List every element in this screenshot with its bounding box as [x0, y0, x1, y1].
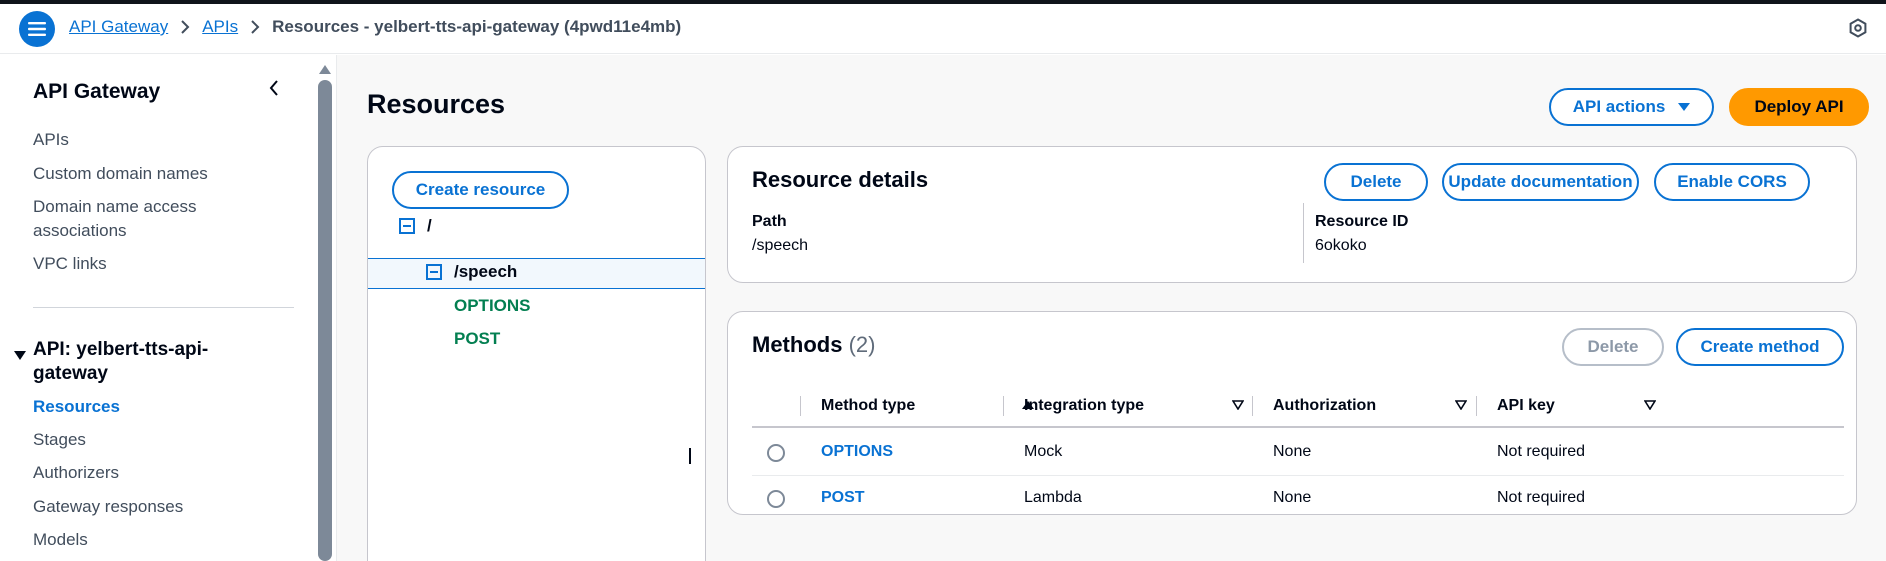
table-row[interactable]: POST Lambda None Not required [752, 476, 1844, 522]
collapse-icon [399, 218, 415, 234]
close-sidebar-button[interactable] [268, 79, 280, 102]
row-select-radio[interactable] [767, 444, 785, 462]
column-header-method-type[interactable]: Method type [821, 397, 915, 415]
column-divider[interactable] [1003, 396, 1004, 416]
method-type-link[interactable]: POST [821, 489, 865, 507]
tree-method-options[interactable]: OPTIONS [454, 296, 531, 316]
column-divider[interactable] [1476, 396, 1477, 416]
column-header-api-key[interactable]: API key [1497, 397, 1555, 415]
sidebar-scrollbar[interactable] [318, 80, 332, 561]
integration-type-cell: Mock [1024, 443, 1063, 460]
method-type-link[interactable]: OPTIONS [821, 443, 893, 461]
column-divider [1303, 203, 1304, 263]
sidebar-item-apis[interactable]: APIs [33, 128, 69, 152]
sidebar-title: API Gateway [33, 80, 161, 103]
methods-title: Methods [752, 332, 843, 357]
sidebar-item-custom-domain-names[interactable]: Custom domain names [33, 162, 208, 186]
breadcrumb-current: Resources - yelbert-tts-api-gateway (4pw… [272, 17, 682, 36]
main-content: Resources API actions Deploy API Create … [337, 55, 1886, 561]
methods-count: (2) [848, 332, 876, 357]
caret-down-icon [1678, 103, 1691, 111]
resource-id-label: Resource ID [1315, 213, 1409, 230]
sidebar-item-vpc-links[interactable]: VPC links [33, 252, 107, 276]
methods-header: Methods (2) [752, 332, 875, 358]
sidebar-item-authorizers[interactable]: Authorizers [33, 461, 119, 485]
caret-down-icon [14, 338, 33, 386]
api-key-cell: Not required [1497, 489, 1586, 506]
delete-method-button[interactable]: Delete [1562, 328, 1664, 366]
api-key-cell: Not required [1497, 443, 1586, 460]
column-header-integration-type[interactable]: Integration type [1024, 397, 1144, 415]
column-header-authorization[interactable]: Authorization [1273, 397, 1376, 415]
page-title: Resources [367, 89, 506, 119]
authorization-cell: None [1273, 443, 1312, 460]
methods-table-header: Method type Integration type Authorizati… [752, 390, 1844, 428]
row-select-radio[interactable] [767, 490, 785, 508]
column-divider [800, 396, 801, 416]
column-divider[interactable] [1252, 396, 1253, 416]
tree-node-speech[interactable]: /speech [426, 262, 517, 282]
sidebar-item-models[interactable]: Models [33, 528, 88, 552]
scroll-up-arrow[interactable] [318, 62, 332, 80]
menu-button[interactable] [19, 11, 55, 47]
table-row[interactable]: OPTIONS Mock None Not required [752, 430, 1844, 476]
path-value: /speech [752, 237, 809, 254]
sidebar-divider [33, 307, 294, 308]
deploy-api-button[interactable]: Deploy API [1729, 88, 1869, 126]
integration-type-cell: Lambda [1024, 489, 1082, 506]
collapse-icon [426, 264, 442, 280]
menu-icon [28, 22, 46, 36]
sort-icon[interactable] [1232, 400, 1244, 410]
breadcrumb-apis[interactable]: APIs [202, 17, 238, 37]
resource-details-panel: Resource details Delete Update documenta… [727, 146, 1857, 283]
tree-node-root-label: / [427, 216, 432, 235]
sidebar-section-title: API: yelbert-tts-api-gateway [33, 339, 209, 384]
chevron-left-icon [269, 80, 278, 96]
top-navigation: API Gateway APIs Resources - yelbert-tts… [0, 4, 1886, 54]
settings-icon[interactable] [1848, 18, 1868, 43]
sidebar-item-domain-name-access[interactable]: Domain name access associations [33, 195, 238, 243]
breadcrumb-api-gateway[interactable]: API Gateway [69, 17, 168, 37]
enable-cors-button[interactable]: Enable CORS [1654, 163, 1810, 201]
chevron-right-icon [250, 20, 260, 34]
resource-id-value: 6okoko [1315, 237, 1367, 254]
tree-method-post[interactable]: POST [454, 329, 500, 349]
side-navigation: API Gateway APIs Custom domain names Dom… [0, 55, 312, 561]
create-method-button[interactable]: Create method [1676, 328, 1844, 366]
path-label: Path [752, 213, 787, 230]
sidebar-item-gateway-responses[interactable]: Gateway responses [33, 495, 183, 519]
resize-handle[interactable] [689, 448, 691, 464]
create-resource-button[interactable]: Create resource [392, 171, 569, 209]
sidebar-item-resources[interactable]: Resources [33, 395, 120, 419]
methods-panel: Methods (2) Delete Create method Method … [727, 311, 1857, 515]
sidebar-item-stages[interactable]: Stages [33, 428, 86, 452]
sort-icon[interactable] [1455, 400, 1467, 410]
update-documentation-button[interactable]: Update documentation [1442, 163, 1639, 201]
tree-node-root[interactable]: / [399, 216, 432, 236]
resource-tree-panel: Create resource / /speech OPTIONS POST [367, 146, 706, 561]
breadcrumb: API Gateway APIs Resources - yelbert-tts… [69, 17, 681, 37]
delete-resource-button[interactable]: Delete [1324, 163, 1428, 201]
resource-details-title: Resource details [752, 167, 929, 192]
api-actions-label: API actions [1572, 97, 1666, 116]
authorization-cell: None [1273, 489, 1312, 506]
api-actions-button[interactable]: API actions [1549, 88, 1714, 126]
tree-node-speech-label: /speech [454, 262, 518, 281]
sidebar-section-api[interactable]: API: yelbert-tts-api-gateway [14, 338, 233, 386]
sort-icon[interactable] [1644, 400, 1656, 410]
chevron-right-icon [180, 20, 190, 34]
tree-selection-highlight [368, 258, 705, 289]
